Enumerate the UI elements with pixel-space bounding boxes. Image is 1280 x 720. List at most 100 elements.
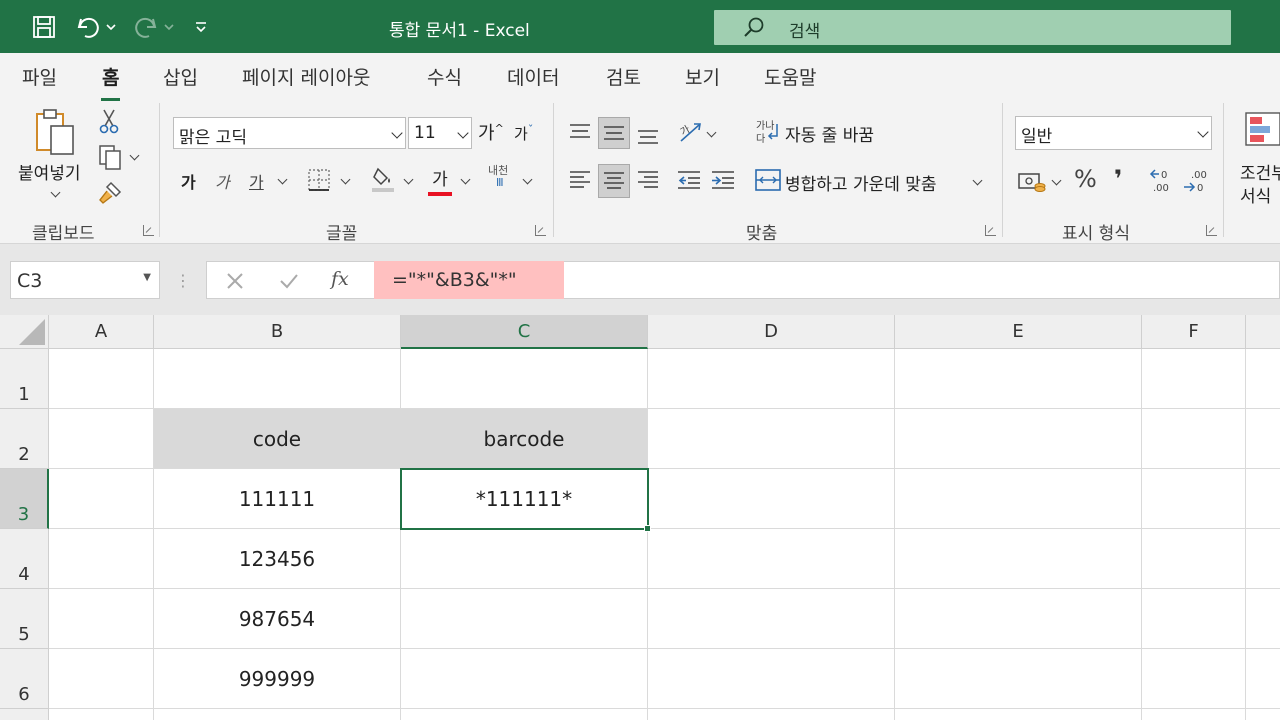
cell-f5[interactable]	[1142, 589, 1246, 649]
clipboard-launcher-icon[interactable]	[143, 225, 154, 236]
borders-icon[interactable]	[306, 167, 332, 193]
tab-data[interactable]: 데이터	[507, 63, 559, 90]
align-right-icon[interactable]	[633, 165, 663, 195]
phonetic-button[interactable]: 내천 Ⅲ	[488, 165, 508, 189]
tab-page-layout[interactable]: 페이지 레이아웃	[242, 63, 370, 90]
cell-g1[interactable]	[1246, 349, 1280, 409]
cell-a3[interactable]	[49, 469, 154, 529]
cell-a2[interactable]	[49, 409, 154, 469]
tab-help[interactable]: 도움말	[764, 63, 816, 90]
bold-button[interactable]: 가	[181, 169, 196, 193]
wrap-text-icon[interactable]: 가나 다	[754, 117, 782, 149]
font-color-dropdown-icon[interactable]	[460, 174, 471, 185]
cell-d5[interactable]	[648, 589, 895, 649]
merge-dropdown-icon[interactable]	[972, 175, 983, 186]
cell-e2[interactable]	[895, 409, 1142, 469]
cell-e3[interactable]	[895, 469, 1142, 529]
paste-dropdown-icon[interactable]	[50, 187, 61, 198]
cell-e7[interactable]	[895, 709, 1142, 720]
formula-input-area[interactable]: fx	[206, 261, 1280, 299]
column-header-c[interactable]: C	[401, 315, 648, 349]
tab-review[interactable]: 검토	[606, 63, 641, 90]
cell-f3[interactable]	[1142, 469, 1246, 529]
cell-c2[interactable]: barcode	[401, 409, 648, 469]
cell-g4[interactable]	[1246, 529, 1280, 589]
cell-d7[interactable]	[648, 709, 895, 720]
insert-function-button[interactable]: fx	[331, 268, 349, 290]
customize-toolbar-icon[interactable]	[192, 12, 210, 42]
grow-font-button[interactable]: 가^	[478, 119, 504, 145]
tab-formulas[interactable]: 수식	[427, 63, 462, 90]
align-center-icon[interactable]	[598, 164, 630, 198]
cell-d4[interactable]	[648, 529, 895, 589]
column-header-b[interactable]: B	[154, 315, 401, 349]
underline-dropdown-icon[interactable]	[277, 174, 288, 185]
cell-d2[interactable]	[648, 409, 895, 469]
paste-button[interactable]: 붙여넣기	[18, 159, 81, 184]
cancel-icon[interactable]	[223, 269, 247, 293]
font-launcher-icon[interactable]	[535, 225, 546, 236]
cell-a4[interactable]	[49, 529, 154, 589]
orientation-icon[interactable]: 가	[676, 117, 704, 147]
cell-b3[interactable]: 111111	[154, 469, 401, 529]
row-header-2[interactable]: 2	[0, 409, 49, 469]
cell-g5[interactable]	[1246, 589, 1280, 649]
cell-d6[interactable]	[648, 649, 895, 709]
wrap-text-button[interactable]: 자동 줄 바꿈	[785, 121, 874, 146]
cell-e4[interactable]	[895, 529, 1142, 589]
column-header-g[interactable]	[1246, 315, 1280, 349]
fill-color-icon[interactable]	[370, 164, 396, 194]
increase-indent-icon[interactable]	[708, 165, 738, 195]
cell-c5[interactable]	[401, 589, 648, 649]
row-header-1[interactable]: 1	[0, 349, 49, 409]
underline-button[interactable]: 가	[249, 169, 264, 193]
cell-g3[interactable]	[1246, 469, 1280, 529]
shrink-font-button[interactable]: 가ˇ	[514, 123, 533, 144]
font-color-button[interactable]: 가	[428, 165, 452, 196]
accounting-format-icon[interactable]	[1017, 167, 1047, 197]
percent-button[interactable]: %	[1074, 165, 1097, 193]
conditional-format-label-2[interactable]: 서식	[1240, 182, 1271, 207]
cell-b7[interactable]	[154, 709, 401, 720]
cell-a1[interactable]	[49, 349, 154, 409]
cell-c6[interactable]	[401, 649, 648, 709]
increase-decimal-icon[interactable]: 0.00	[1146, 165, 1176, 195]
cell-e1[interactable]	[895, 349, 1142, 409]
format-painter-icon[interactable]	[96, 179, 124, 207]
cell-b1[interactable]	[154, 349, 401, 409]
fill-color-dropdown-icon[interactable]	[403, 174, 414, 185]
font-name-select[interactable]: 맑은 고딕	[173, 117, 406, 149]
cell-b4[interactable]: 123456	[154, 529, 401, 589]
borders-dropdown-icon[interactable]	[340, 174, 351, 185]
cell-g2[interactable]	[1246, 409, 1280, 469]
merge-center-button[interactable]: 병합하고 가운데 맞춤	[785, 170, 937, 195]
cell-f7[interactable]	[1142, 709, 1246, 720]
row-header-3[interactable]: 3	[0, 469, 49, 529]
formula-bar-grip-icon[interactable]: ⋮	[175, 268, 191, 292]
cell-d1[interactable]	[648, 349, 895, 409]
name-box[interactable]: C3 ▼	[10, 261, 160, 299]
paste-icon[interactable]	[30, 107, 80, 159]
worksheet-grid[interactable]: A B C D E F 1 2 3 4 5 6 code barcode 111…	[0, 315, 1280, 720]
cell-b5[interactable]: 987654	[154, 589, 401, 649]
cell-c1[interactable]	[401, 349, 648, 409]
accounting-dropdown-icon[interactable]	[1051, 175, 1062, 186]
column-header-f[interactable]: F	[1142, 315, 1246, 349]
cell-b2[interactable]: code	[154, 409, 401, 469]
copy-icon[interactable]	[96, 143, 124, 171]
number-launcher-icon[interactable]	[1206, 225, 1217, 236]
redo-icon[interactable]	[132, 12, 160, 42]
row-header-7[interactable]	[0, 709, 49, 720]
align-top-icon[interactable]	[565, 117, 595, 147]
tab-view[interactable]: 보기	[685, 63, 720, 90]
undo-dropdown-icon[interactable]	[104, 12, 118, 42]
save-icon[interactable]	[30, 12, 58, 42]
cell-e6[interactable]	[895, 649, 1142, 709]
align-left-icon[interactable]	[565, 165, 595, 195]
formula-input[interactable]: ="*"&B3&"*"	[374, 261, 564, 299]
decrease-decimal-icon[interactable]: .00 0	[1181, 165, 1211, 195]
cell-e5[interactable]	[895, 589, 1142, 649]
tab-insert[interactable]: 삽입	[163, 63, 198, 90]
cell-d3[interactable]	[648, 469, 895, 529]
column-header-e[interactable]: E	[895, 315, 1142, 349]
